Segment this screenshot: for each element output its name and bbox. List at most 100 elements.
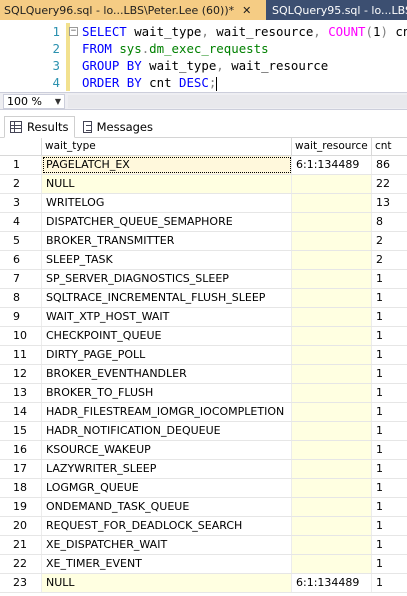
zoom-select[interactable]: 100 % ▼ — [3, 94, 65, 109]
table-row[interactable]: 16 KSOURCE_WAKEUP 1 — [0, 441, 407, 460]
cell-wait-type[interactable]: DIRTY_PAGE_POLL — [42, 346, 292, 364]
row-number[interactable]: 12 — [0, 365, 42, 383]
row-number[interactable]: 19 — [0, 498, 42, 516]
table-row[interactable]: 12 BROKER_EVENTHANDLER 1 — [0, 365, 407, 384]
cell-wait-resource[interactable] — [292, 498, 372, 516]
cell-wait-resource[interactable]: 6:1:134489 — [292, 574, 372, 592]
column-header-cnt[interactable]: cnt — [372, 138, 407, 155]
chevron-down-icon[interactable]: ▼ — [55, 95, 61, 108]
cell-wait-type[interactable]: SQLTRACE_INCREMENTAL_FLUSH_SLEEP — [42, 289, 292, 307]
cell-wait-type[interactable]: KSOURCE_WAKEUP — [42, 441, 292, 459]
cell-cnt[interactable]: 1 — [372, 479, 407, 497]
table-row[interactable]: 22 XE_TIMER_EVENT 1 — [0, 555, 407, 574]
cell-wait-type[interactable]: HADR_FILESTREAM_IOMGR_IOCOMPLETION — [42, 403, 292, 421]
cell-cnt[interactable]: 86 — [372, 156, 407, 174]
cell-cnt[interactable]: 1 — [372, 384, 407, 402]
row-number[interactable]: 13 — [0, 384, 42, 402]
table-row[interactable]: 23 NULL 6:1:134489 1 — [0, 574, 407, 593]
table-row[interactable]: 20 REQUEST_FOR_DEADLOCK_SEARCH 1 — [0, 517, 407, 536]
row-number[interactable]: 1 — [0, 156, 42, 174]
cell-cnt[interactable]: 1 — [372, 422, 407, 440]
cell-wait-type[interactable]: WRITELOG — [42, 194, 292, 212]
cell-cnt[interactable]: 1 — [372, 555, 407, 573]
table-row[interactable]: 8 SQLTRACE_INCREMENTAL_FLUSH_SLEEP 1 — [0, 289, 407, 308]
code-line[interactable]: 2 FROM sys.dm_exec_requests — [0, 40, 407, 57]
table-row[interactable]: 2 NULL 22 — [0, 175, 407, 194]
cell-wait-resource[interactable] — [292, 213, 372, 231]
cell-cnt[interactable]: 1 — [372, 536, 407, 554]
row-number[interactable]: 21 — [0, 536, 42, 554]
cell-cnt[interactable]: 1 — [372, 327, 407, 345]
cell-wait-resource[interactable] — [292, 555, 372, 573]
cell-wait-resource[interactable] — [292, 403, 372, 421]
table-row[interactable]: 17 LAZYWRITER_SLEEP 1 — [0, 460, 407, 479]
cell-wait-type[interactable]: CHECKPOINT_QUEUE — [42, 327, 292, 345]
cell-wait-type[interactable]: BROKER_TO_FLUSH — [42, 384, 292, 402]
cell-wait-resource[interactable] — [292, 232, 372, 250]
cell-cnt[interactable]: 1 — [372, 270, 407, 288]
cell-wait-resource[interactable] — [292, 536, 372, 554]
cell-wait-resource[interactable]: 6:1:134489 — [292, 156, 372, 174]
row-number[interactable]: 10 — [0, 327, 42, 345]
table-row[interactable]: 19 ONDEMAND_TASK_QUEUE 1 — [0, 498, 407, 517]
cell-wait-resource[interactable] — [292, 327, 372, 345]
row-number[interactable]: 14 — [0, 403, 42, 421]
cell-wait-type[interactable]: XE_DISPATCHER_WAIT — [42, 536, 292, 554]
cell-wait-resource[interactable] — [292, 365, 372, 383]
row-number[interactable]: 16 — [0, 441, 42, 459]
cell-wait-resource[interactable] — [292, 270, 372, 288]
cell-cnt[interactable]: 1 — [372, 403, 407, 421]
table-row[interactable]: 14 HADR_FILESTREAM_IOMGR_IOCOMPLETION 1 — [0, 403, 407, 422]
cell-wait-resource[interactable] — [292, 346, 372, 364]
cell-cnt[interactable]: 22 — [372, 175, 407, 193]
cell-wait-resource[interactable] — [292, 194, 372, 212]
row-number[interactable]: 2 — [0, 175, 42, 193]
horizontal-scrollbar[interactable] — [68, 95, 407, 108]
cell-wait-type[interactable]: ONDEMAND_TASK_QUEUE — [42, 498, 292, 516]
row-number[interactable]: 11 — [0, 346, 42, 364]
row-number[interactable]: 15 — [0, 422, 42, 440]
column-header-wait-resource[interactable]: wait_resource — [292, 138, 372, 155]
row-number[interactable]: 9 — [0, 308, 42, 326]
cell-wait-type[interactable]: BROKER_EVENTHANDLER — [42, 365, 292, 383]
cell-wait-resource[interactable] — [292, 289, 372, 307]
table-row[interactable]: 18 LOGMGR_QUEUE 1 — [0, 479, 407, 498]
table-row[interactable]: 7 SP_SERVER_DIAGNOSTICS_SLEEP 1 — [0, 270, 407, 289]
cell-cnt[interactable]: 2 — [372, 232, 407, 250]
table-row[interactable]: 15 HADR_NOTIFICATION_DEQUEUE 1 — [0, 422, 407, 441]
cell-wait-type[interactable]: SP_SERVER_DIAGNOSTICS_SLEEP — [42, 270, 292, 288]
row-number[interactable]: 6 — [0, 251, 42, 269]
cell-wait-type[interactable]: NULL — [42, 175, 292, 193]
table-row[interactable]: 9 WAIT_XTP_HOST_WAIT 1 — [0, 308, 407, 327]
cell-wait-resource[interactable] — [292, 460, 372, 478]
cell-wait-type[interactable]: SLEEP_TASK — [42, 251, 292, 269]
cell-wait-type[interactable]: HADR_NOTIFICATION_DEQUEUE — [42, 422, 292, 440]
close-icon[interactable]: ✕ — [242, 4, 251, 17]
table-row[interactable]: 6 SLEEP_TASK 2 — [0, 251, 407, 270]
tab-results[interactable]: Results — [4, 116, 75, 138]
table-row[interactable]: 21 XE_DISPATCHER_WAIT 1 — [0, 536, 407, 555]
table-row[interactable]: 1 PAGELATCH_EX 6:1:134489 86 — [0, 156, 407, 175]
table-row[interactable]: 11 DIRTY_PAGE_POLL 1 — [0, 346, 407, 365]
tab-sqlquery95[interactable]: SQLQuery95.sql - lo...LBS\P — [266, 0, 407, 20]
cell-wait-type[interactable]: LOGMGR_QUEUE — [42, 479, 292, 497]
table-row[interactable]: 4 DISPATCHER_QUEUE_SEMAPHORE 8 — [0, 213, 407, 232]
cell-cnt[interactable]: 1 — [372, 346, 407, 364]
cell-cnt[interactable]: 1 — [372, 498, 407, 516]
row-number[interactable]: 17 — [0, 460, 42, 478]
results-grid[interactable]: wait_type wait_resource cnt 1 PAGELATCH_E… — [0, 138, 407, 596]
cell-wait-resource[interactable] — [292, 479, 372, 497]
cell-cnt[interactable]: 1 — [372, 574, 407, 592]
cell-cnt[interactable]: 1 — [372, 441, 407, 459]
cell-wait-type[interactable]: LAZYWRITER_SLEEP — [42, 460, 292, 478]
cell-cnt[interactable]: 13 — [372, 194, 407, 212]
tab-sqlquery96[interactable]: SQLQuery96.sql - lo...LBS\Peter.Lee (60)… — [0, 0, 266, 20]
table-row[interactable]: 3 WRITELOG 13 — [0, 194, 407, 213]
cell-wait-resource[interactable] — [292, 308, 372, 326]
code-line[interactable]: 1− SELECT wait_type, wait_resource, COUNT… — [0, 23, 407, 40]
cell-wait-type[interactable]: XE_TIMER_EVENT — [42, 555, 292, 573]
code-line[interactable]: 3 GROUP BY wait_type, wait_resource — [0, 57, 407, 74]
table-row[interactable]: 13 BROKER_TO_FLUSH 1 — [0, 384, 407, 403]
row-number[interactable]: 4 — [0, 213, 42, 231]
cell-wait-type[interactable]: NULL — [42, 574, 292, 592]
